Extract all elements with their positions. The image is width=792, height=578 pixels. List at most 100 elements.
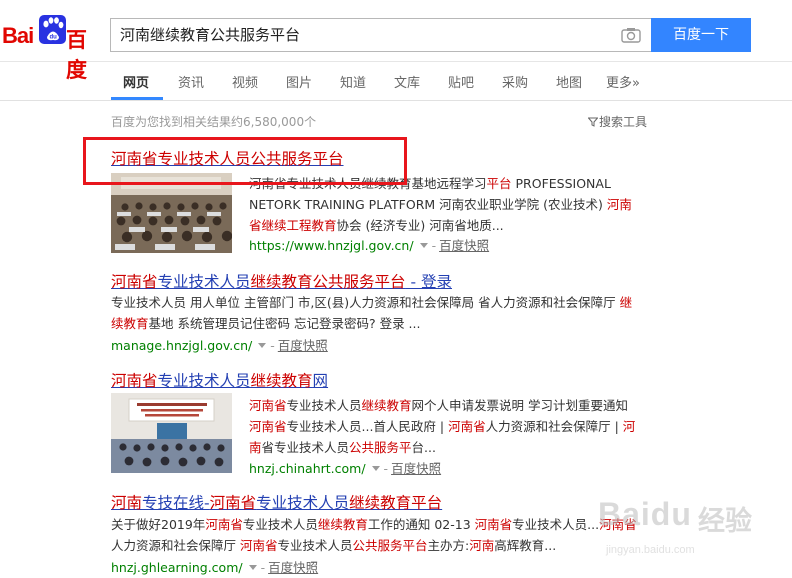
result-title[interactable]: 河南省专业技术人员继续教育公共服务平台 - 登录 [111,270,452,292]
snippet-highlight: 河南 [469,538,495,553]
snippet-highlight: 继续教育 [317,517,368,532]
classroom-thumbnail [111,173,232,253]
watermark-brand: Baidu [598,496,692,532]
result-url-line: hnzj.chinahrt.com/- 百度快照 [249,461,442,476]
baidu-jingyan-watermark: Baidu 经验 jingyan.baidu.com [598,492,758,562]
result-snippet: 专业技术人员 用人单位 主管部门 市,区(县)人力资源和社会保障局 省人力资源和… [111,292,671,334]
result-url[interactable]: hnzj.ghlearning.com/ [111,560,243,575]
snippet-text: 人力资源和社会保障厅 [111,538,240,553]
snippet-text: 专业技术人员 [242,517,318,532]
snippet-text: 协会 (经济专业) 河南省地质... [336,218,504,233]
title-highlight: 河南省 [209,494,257,512]
snippet-text: NETORK TRAINING PLATFORM 河南农业职业学院 (农业技术) [249,197,607,212]
tab-wenku[interactable]: 文库 [394,72,420,91]
snippet-text: 关于做好2019年 [111,517,206,532]
snippet-highlight: 河南省 [239,538,278,553]
cache-link[interactable]: 百度快照 [268,560,318,575]
tab-video[interactable]: 视频 [232,72,258,91]
tab-caigou[interactable]: 采购 [502,72,528,91]
result-url[interactable]: manage.hnzjgl.gov.cn/ [111,338,252,353]
tab-zhidao[interactable]: 知道 [340,72,366,91]
snippet-highlight: 南 [249,440,262,455]
snippet-text: 专业技术人员 用人单位 主管部门 市,区(县)人力资源和社会保障局 省人力资源和… [111,295,620,310]
cache-link[interactable]: 百度快照 [391,461,441,476]
cache-link[interactable]: 百度快照 [278,338,328,353]
result-snippet: 河南省专业技术人员继续教育网个人申请发票说明 学习计划重要通知 河南省专业技术人… [249,395,669,458]
result-url[interactable]: https://www.hnzjgl.gov.cn/ [249,238,414,253]
result-thumbnail[interactable] [111,393,232,473]
snippet-text: 专业技术人员... [512,517,600,532]
search-tools-label: 搜索工具 [599,115,648,129]
dropdown-arrow-icon[interactable] [371,466,380,471]
snippet-text: 主办方: [427,538,470,553]
snippet-text: PROFESSIONAL [511,176,611,191]
snippet-line: 专业技术人员 用人单位 主管部门 市,区(县)人力资源和社会保障局 省人力资源和… [111,292,671,313]
snippet-line: 关于做好2019年河南省专业技术人员继续教育工作的通知 02-13 河南省专业技… [111,514,671,535]
tab-images[interactable]: 图片 [286,72,312,91]
svg-text:du: du [50,35,58,41]
snippet-highlight: 续教育 [111,316,149,331]
search-box [110,18,651,52]
tab-tieba[interactable]: 贴吧 [448,72,474,91]
snippet-highlight: 河南省 [249,398,287,413]
result-url-line: manage.hnzjgl.gov.cn/- 百度快照 [111,338,328,353]
title-text: 专技在线- [142,494,210,512]
result-count: 百度为您找到相关结果约6,580,000个 [111,115,317,129]
tab-news[interactable]: 资讯 [178,72,204,91]
watermark-cn: 经验 [698,506,752,537]
filter-icon [588,117,598,127]
snippet-text: 台... [411,440,436,455]
dropdown-arrow-icon[interactable] [419,243,428,248]
result-title[interactable]: 河南专技在线-河南省专业技术人员继续教育平台 [111,491,442,513]
result-url[interactable]: hnzj.chinahrt.com/ [249,461,366,476]
camera-icon[interactable] [621,27,641,43]
paw-icon: du [39,15,66,44]
dropdown-arrow-icon[interactable] [248,565,257,570]
snippet-text: 网个人申请发票说明 学习计划重要通知 [411,398,629,413]
baidu-logo[interactable]: Bai du 百度 [2,15,104,82]
tab-map[interactable]: 地图 [556,72,582,91]
result-title[interactable]: 河南省专业技术人员继续教育网 [111,369,328,391]
result-url-line: hnzj.ghlearning.com/- 百度快照 [111,560,319,575]
snippet-highlight: 河南省 [205,517,243,532]
snippet-line: 河南省专业技术人员继续教育网个人申请发票说明 学习计划重要通知 [249,395,669,416]
title-highlight: 河南省 [111,273,158,291]
title-highlight: 继续教育平台 [349,494,443,512]
result-snippet: 关于做好2019年河南省专业技术人员继续教育工作的通知 02-13 河南省专业技… [111,514,671,556]
logo-text-latin: Bai [2,23,34,48]
active-tab-indicator [111,97,163,100]
snippet-highlight: 继续教育 [361,398,412,413]
snippet-highlight: 继 [619,295,633,310]
snippet-line: 省继续工程教育协会 (经济专业) 河南省地质... [249,215,669,236]
search-input[interactable] [111,19,611,51]
snippet-text: 省专业技术人员 [261,440,350,455]
meeting-thumbnail [111,393,232,473]
tab-web[interactable]: 网页 [123,72,149,91]
title-highlight: 河南省 [111,372,158,390]
search-tools-button[interactable]: 搜索工具 [588,113,647,130]
dropdown-arrow-icon[interactable] [258,343,267,348]
snippet-line: 南省专业技术人员公共服务平台... [249,437,669,458]
snippet-text: 基地 系统管理员记住密码 忘记登录密码? 登录 ... [148,316,421,331]
snippet-text: 人力资源和社会保障厅 | [485,419,623,434]
cache-link[interactable]: 百度快照 [439,238,489,253]
snippet-text: 专业技术人员...首人民政府 | [286,419,449,434]
search-tabs: 网页 资讯 视频 图片 知道 文库 贴吧 采购 地图 更多» [0,63,792,101]
header: Bai du 百度 百度一下 [0,0,792,82]
title-text: - 登录 [405,273,452,291]
snippet-text: 高辉教育... [494,538,557,553]
title-highlight: 继续教育 [250,372,313,390]
snippet-highlight: 河南 [606,197,632,212]
snippet-line: NETORK TRAINING PLATFORM 河南农业职业学院 (农业技术)… [249,194,669,215]
title-text: 网 [312,372,329,390]
snippet-text: 工作的通知 02-13 [367,517,475,532]
watermark-url: jingyan.baidu.com [606,544,695,556]
snippet-line: 续教育基地 系统管理员记住密码 忘记登录密码? 登录 ... [111,313,671,334]
snippet-text: 专业技术人员 [277,538,353,553]
search-button[interactable]: 百度一下 [651,18,751,52]
tab-more[interactable]: 更多» [606,72,640,91]
snippet-line: 人力资源和社会保障厅 河南省专业技术人员公共服务平台主办方:河南高辉教育... [111,535,671,556]
title-text: 专业技术人员 [256,494,350,512]
result-url-line: https://www.hnzjgl.gov.cn/- 百度快照 [249,238,490,253]
result-thumbnail[interactable] [111,173,232,253]
